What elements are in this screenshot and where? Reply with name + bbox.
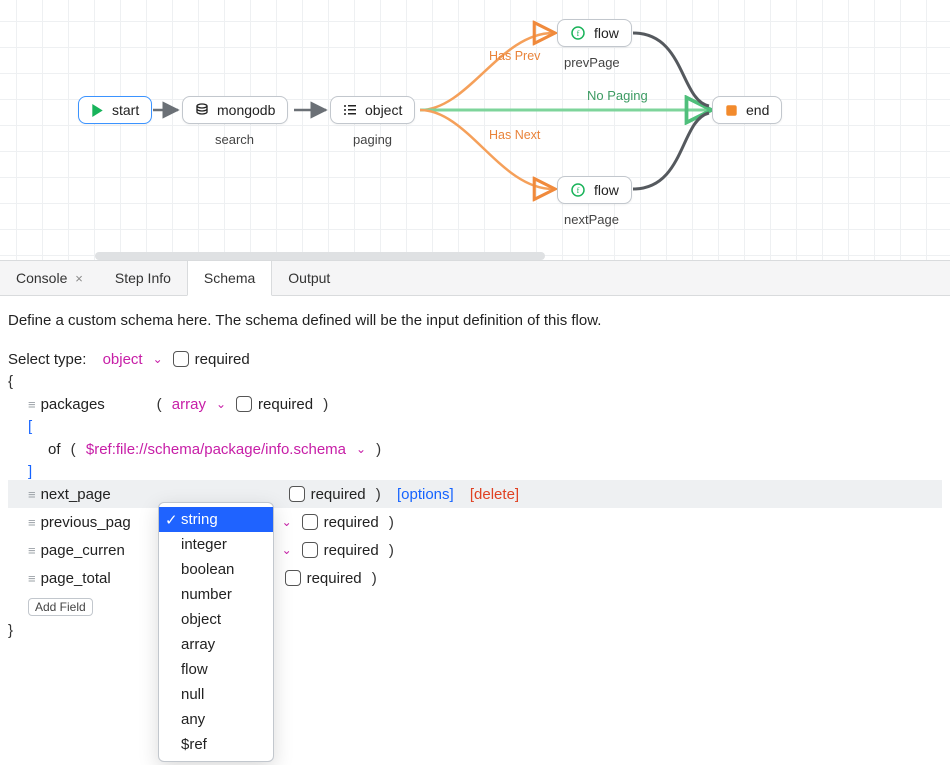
node-end[interactable]: end bbox=[712, 96, 782, 124]
field-row-packages[interactable]: ≡ packages ( array ⌄ required ) bbox=[8, 390, 942, 418]
node-mongodb[interactable]: mongodb bbox=[182, 96, 288, 124]
dropdown-option-null[interactable]: null bbox=[159, 682, 273, 707]
options-link[interactable]: [options] bbox=[397, 486, 454, 503]
required-label: required bbox=[311, 486, 366, 503]
horizontal-scrollbar[interactable] bbox=[95, 252, 545, 260]
node-label: flow bbox=[594, 25, 619, 41]
delete-link[interactable]: [delete] bbox=[470, 486, 519, 503]
dropdown-option-any[interactable]: any bbox=[159, 707, 273, 732]
select-type-label: Select type: bbox=[8, 351, 86, 368]
tab-step-info[interactable]: Step Info bbox=[99, 261, 187, 295]
node-object[interactable]: object bbox=[330, 96, 415, 124]
flow-icon: f bbox=[570, 25, 586, 41]
database-icon bbox=[195, 103, 209, 117]
root-type-select[interactable]: object bbox=[103, 351, 143, 368]
dropdown-option-integer[interactable]: integer bbox=[159, 532, 273, 557]
tab-label: Console bbox=[16, 270, 67, 286]
flow-icon: f bbox=[570, 182, 586, 198]
field-name: page_total bbox=[41, 570, 151, 587]
required-label: required bbox=[324, 514, 379, 531]
tab-schema[interactable]: Schema bbox=[187, 261, 272, 296]
edge-layer bbox=[0, 0, 950, 260]
chevron-down-icon[interactable]: ⌄ bbox=[352, 442, 370, 456]
node-flow-prev[interactable]: f flow bbox=[557, 19, 632, 47]
flow-canvas[interactable]: start mongodb search object paging f flo… bbox=[0, 0, 950, 260]
array-of-row: of ( $ref:file://schema/package/info.sch… bbox=[8, 435, 942, 463]
grip-icon[interactable]: ≡ bbox=[28, 515, 35, 530]
tab-console[interactable]: Console × bbox=[0, 261, 99, 295]
close-bracket: ] bbox=[8, 463, 942, 480]
node-flow-next[interactable]: f flow bbox=[557, 176, 632, 204]
field-name: page_curren bbox=[41, 542, 131, 559]
field-row-previous-page[interactable]: ≡ previous_pag ⌄ required ) bbox=[8, 508, 942, 536]
svg-text:f: f bbox=[577, 186, 580, 195]
required-label: required bbox=[195, 351, 250, 368]
field-row-page-current[interactable]: ≡ page_curren ⌄ required ) bbox=[8, 536, 942, 564]
list-icon bbox=[343, 103, 357, 117]
chevron-down-icon[interactable]: ⌄ bbox=[149, 352, 167, 366]
edge-label-has-next: Has Next bbox=[489, 128, 540, 142]
field-row-page-total[interactable]: ≡ page_total required ) bbox=[8, 564, 942, 592]
node-sublabel: search bbox=[215, 132, 254, 147]
tab-label: Schema bbox=[204, 270, 255, 286]
ref-select[interactable]: $ref:file://schema/package/info.schema bbox=[86, 441, 346, 458]
node-sublabel: paging bbox=[353, 132, 392, 147]
chevron-down-icon[interactable]: ⌄ bbox=[278, 543, 296, 557]
open-brace: { bbox=[8, 373, 942, 390]
grip-icon[interactable]: ≡ bbox=[28, 397, 35, 412]
root-type-row: Select type: object ⌄ required bbox=[8, 345, 942, 373]
required-checkbox[interactable] bbox=[289, 486, 305, 502]
schema-panel: Define a custom schema here. The schema … bbox=[0, 296, 950, 639]
edge-label-has-prev: Has Prev bbox=[489, 49, 540, 63]
node-label: flow bbox=[594, 182, 619, 198]
close-brace: } bbox=[8, 622, 942, 639]
grip-icon[interactable]: ≡ bbox=[28, 543, 35, 558]
required-label: required bbox=[258, 396, 313, 413]
grip-icon[interactable]: ≡ bbox=[28, 487, 35, 502]
node-sublabel: nextPage bbox=[564, 212, 619, 227]
required-checkbox[interactable] bbox=[302, 514, 318, 530]
node-start[interactable]: start bbox=[78, 96, 152, 124]
tab-label: Output bbox=[288, 270, 330, 286]
panel-tabs: Console × Step Info Schema Output bbox=[0, 260, 950, 296]
node-label: object bbox=[365, 102, 402, 118]
required-checkbox[interactable] bbox=[302, 542, 318, 558]
dropdown-option-number[interactable]: number bbox=[159, 582, 273, 607]
type-dropdown[interactable]: string integer boolean number object arr… bbox=[158, 502, 274, 762]
chevron-down-icon[interactable]: ⌄ bbox=[278, 515, 296, 529]
play-icon bbox=[91, 104, 104, 117]
dropdown-option-array[interactable]: array bbox=[159, 632, 273, 657]
dropdown-option-string[interactable]: string bbox=[159, 507, 273, 532]
root-required-checkbox[interactable] bbox=[173, 351, 189, 367]
required-label: required bbox=[324, 542, 379, 559]
open-bracket: [ bbox=[8, 418, 942, 435]
svg-text:f: f bbox=[577, 29, 580, 38]
schema-description: Define a custom schema here. The schema … bbox=[8, 312, 942, 329]
edge-label-no-paging: No Paging bbox=[587, 88, 648, 103]
tab-label: Step Info bbox=[115, 270, 171, 286]
close-icon[interactable]: × bbox=[75, 271, 83, 286]
dropdown-option-flow[interactable]: flow bbox=[159, 657, 273, 682]
field-name: previous_pag bbox=[41, 514, 136, 531]
field-name: packages bbox=[41, 396, 151, 413]
field-name: next_page bbox=[41, 486, 151, 503]
of-label: of bbox=[48, 441, 61, 458]
field-row-next-page[interactable]: ≡ next_page required ) [options] [delete… bbox=[8, 480, 942, 508]
node-label: start bbox=[112, 102, 139, 118]
field-type-select[interactable]: array bbox=[172, 396, 206, 413]
node-label: end bbox=[746, 102, 769, 118]
dropdown-option-boolean[interactable]: boolean bbox=[159, 557, 273, 582]
dropdown-option-object[interactable]: object bbox=[159, 607, 273, 632]
add-field-button[interactable]: Add Field bbox=[28, 598, 93, 616]
required-checkbox[interactable] bbox=[236, 396, 252, 412]
required-checkbox[interactable] bbox=[285, 570, 301, 586]
node-sublabel: prevPage bbox=[564, 55, 620, 70]
stop-icon bbox=[725, 104, 738, 117]
required-label: required bbox=[307, 570, 362, 587]
tab-output[interactable]: Output bbox=[272, 261, 346, 295]
grip-icon[interactable]: ≡ bbox=[28, 571, 35, 586]
chevron-down-icon[interactable]: ⌄ bbox=[212, 397, 230, 411]
dropdown-option-ref[interactable]: $ref bbox=[159, 732, 273, 757]
node-label: mongodb bbox=[217, 102, 275, 118]
